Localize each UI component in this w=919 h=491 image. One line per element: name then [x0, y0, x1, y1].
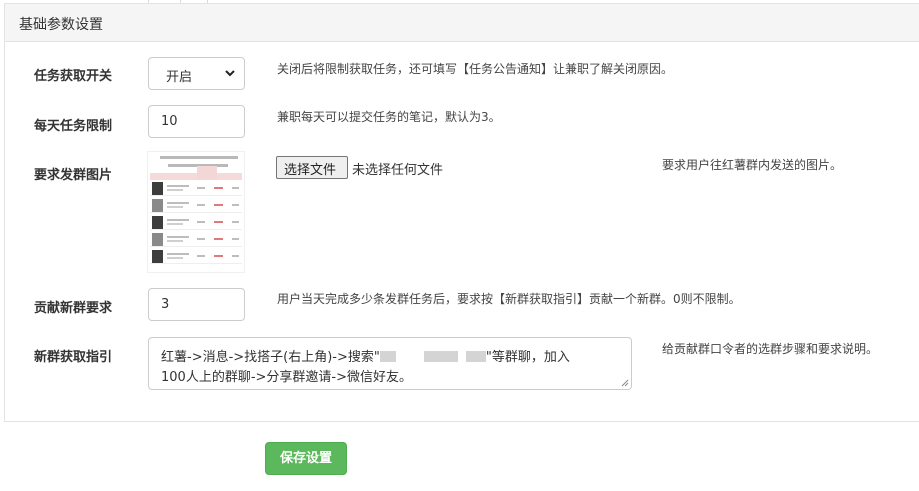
new-group-requirement-value: 3 [161, 297, 170, 312]
new-group-requirement-input[interactable]: 3 [148, 288, 245, 321]
new-group-guide-label: 新群获取指引 [34, 350, 113, 365]
group-image-preview [147, 151, 245, 273]
daily-limit-value: 10 [161, 114, 178, 129]
task-switch-label: 任务获取开关 [34, 69, 113, 84]
new-group-requirement-help: 用户当天完成多少条发群任务后，要求按【新群获取指引】贡献一个新群。0则不限制。 [277, 292, 741, 306]
chevron-down-icon [225, 70, 235, 77]
redacted-text [379, 351, 396, 362]
daily-limit-input[interactable]: 10 [148, 105, 245, 138]
image-blur-patch [197, 166, 217, 180]
new-group-guide-textarea[interactable]: 红薯->消息->找搭子(右上角)->搜索" "等群聊，加入 100人上的群聊->分… [148, 337, 632, 390]
file-status-text: 未选择任何文件 [352, 163, 444, 178]
save-settings-button[interactable]: 保存设置 [265, 442, 347, 475]
guide-text-line-2: 100人上的群聊->分享群邀请->微信好友。 [161, 370, 412, 385]
new-group-requirement-label: 贡献新群要求 [34, 301, 113, 316]
panel-heading: 基础参数设置 [5, 4, 919, 42]
guide-text-line-1: 红薯->消息->找搭子(右上角)->搜索" "等群聊，加入 [161, 350, 570, 365]
panel-title: 基础参数设置 [19, 17, 103, 33]
resize-handle-icon[interactable] [621, 379, 629, 387]
group-image-help: 要求用户往红薯群内发送的图片。 [662, 158, 843, 172]
task-switch-select[interactable]: 开启 [148, 57, 245, 90]
redacted-text [423, 351, 458, 362]
daily-limit-help: 兼职每天可以提交任务的笔记，默认为3。 [277, 110, 501, 124]
choose-file-button[interactable]: 选择文件 [276, 156, 348, 179]
group-image-label: 要求发群图片 [34, 168, 113, 183]
task-switch-help: 关闭后将限制获取任务，还可填写【任务公告通知】让兼职了解关闭原因。 [277, 62, 674, 76]
new-group-guide-help: 给贡献群口令者的选群步骤和要求说明。 [662, 342, 879, 356]
redacted-text [465, 351, 486, 362]
daily-limit-label: 每天任务限制 [34, 119, 113, 134]
task-switch-selected-value: 开启 [166, 70, 193, 85]
